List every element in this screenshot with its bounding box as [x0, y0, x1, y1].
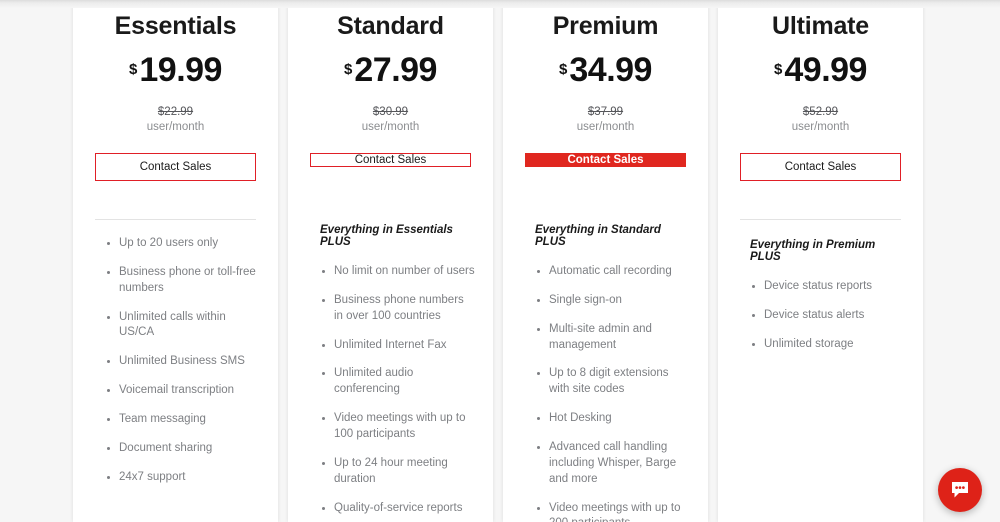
price-amount: 19.99: [139, 51, 222, 89]
features-block: Up to 20 users only Business phone or tol…: [85, 220, 266, 499]
plan-name: Standard: [337, 12, 444, 40]
feature-item: Hot Desking: [535, 411, 690, 427]
plan-price: $49.99: [774, 53, 867, 87]
original-price: $37.99: [587, 106, 624, 118]
currency-symbol: $: [774, 61, 783, 78]
contact-sales-button[interactable]: Contact Sales: [525, 153, 686, 167]
feature-item: Unlimited audio conferencing: [320, 366, 475, 398]
price-amount: 34.99: [569, 51, 652, 89]
feature-item: Up to 8 digit extensions with site codes: [535, 366, 690, 398]
billing-period: user/month: [361, 121, 420, 133]
currency-symbol: $: [344, 61, 353, 78]
contact-sales-button[interactable]: Contact Sales: [95, 153, 256, 181]
feature-item: Business phone numbers in over 100 count…: [320, 293, 475, 325]
features-list: Automatic call recording Single sign-on Mu…: [535, 264, 690, 522]
price-amount: 49.99: [784, 51, 867, 89]
plan-card: Ultimate $49.99 $52.99 user/month Contact Sa…: [718, 0, 923, 522]
plan-card: Essentials $19.99 $22.99 user/month Contact …: [73, 0, 278, 522]
feature-item: Advanced call handling including Whisper…: [535, 440, 690, 488]
pricing-plans-grid: Essentials $19.99 $22.99 user/month Contact …: [73, 0, 928, 522]
feature-item: Unlimited calls within US/CA: [105, 310, 260, 342]
plan-name: Ultimate: [771, 12, 870, 40]
features-heading: Everything in Premium PLUS: [750, 239, 876, 263]
contact-sales-button[interactable]: Contact Sales: [310, 153, 471, 167]
feature-item: Document sharing: [105, 441, 260, 457]
feature-item: Video meetings with up to 100 participan…: [320, 411, 475, 443]
billing-period: user/month: [791, 121, 850, 133]
features-block: Everything in Essentials PLUS No limit on…: [300, 205, 481, 522]
feature-item: Device status alerts: [750, 308, 905, 324]
feature-item: Unlimited storage: [750, 337, 905, 353]
plan-name: Premium: [552, 12, 659, 40]
feature-item: Quality-of-service reports: [320, 501, 475, 517]
feature-item: 24x7 support: [105, 470, 260, 486]
chat-widget-button[interactable]: [938, 468, 982, 512]
contact-sales-button[interactable]: Contact Sales: [740, 153, 901, 181]
feature-item: Up to 20 users only: [105, 236, 260, 252]
feature-item: Up to 24 hour meeting duration: [320, 456, 475, 488]
features-block: Everything in Standard PLUS Automatic cal…: [515, 205, 696, 522]
feature-item: Automatic call recording: [535, 264, 690, 280]
features-list: Device status reports Device status alert…: [750, 279, 905, 353]
feature-item: Multi-site admin and management: [535, 322, 690, 354]
plan-price: $34.99: [559, 53, 652, 87]
feature-item: Team messaging: [105, 412, 260, 428]
currency-symbol: $: [559, 61, 568, 78]
plan-price: $27.99: [344, 53, 437, 87]
feature-item: Business phone or toll-free numbers: [105, 265, 260, 297]
features-list: No limit on number of users Business phon…: [320, 264, 475, 522]
features-heading: Everything in Essentials PLUS: [320, 224, 453, 248]
original-price: $22.99: [157, 106, 194, 118]
feature-item: No limit on number of users: [320, 264, 475, 280]
feature-item: Voicemail transcription: [105, 383, 260, 399]
feature-item: Video meetings with up to 200 participan…: [535, 501, 690, 522]
currency-symbol: $: [129, 61, 138, 78]
plan-card: Standard $27.99 $30.99 user/month Contact Sa…: [288, 0, 493, 522]
billing-period: user/month: [576, 121, 635, 133]
feature-item: Unlimited Business SMS: [105, 354, 260, 370]
chat-bubble-icon: [948, 478, 972, 502]
feature-item: Single sign-on: [535, 293, 690, 309]
price-amount: 27.99: [354, 51, 437, 89]
features-heading: Everything in Standard PLUS: [535, 224, 661, 248]
feature-item: Unlimited Internet Fax: [320, 338, 475, 354]
billing-period: user/month: [146, 121, 205, 133]
features-block: Everything in Premium PLUS Device status …: [730, 220, 911, 366]
plan-price: $19.99: [129, 53, 222, 87]
feature-item: Device status reports: [750, 279, 905, 295]
original-price: $52.99: [802, 106, 839, 118]
plan-name: Essentials: [114, 12, 237, 40]
features-list: Up to 20 users only Business phone or tol…: [105, 236, 260, 486]
plan-card: Premium $34.99 $37.99 user/month Contact Sal…: [503, 0, 708, 522]
original-price: $30.99: [372, 106, 409, 118]
